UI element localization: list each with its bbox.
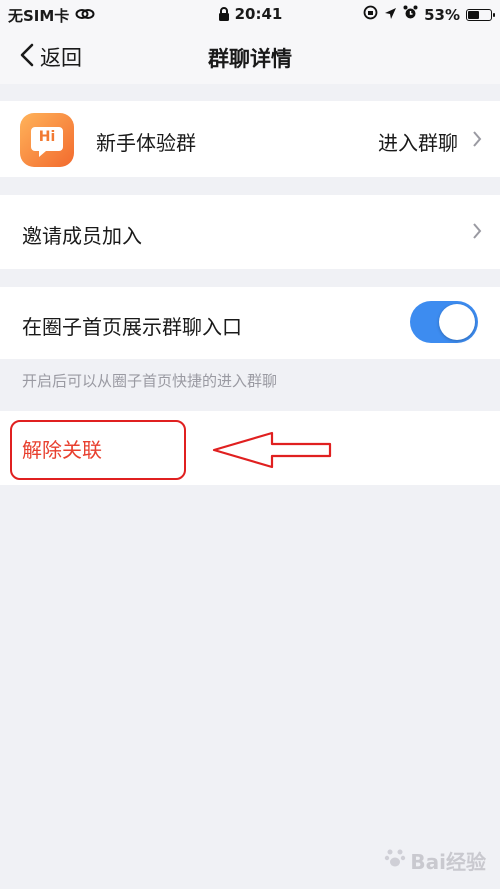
toggle-knob bbox=[439, 304, 475, 340]
watermark: Bai经验 bbox=[384, 846, 486, 875]
chevron-right-icon bbox=[472, 130, 482, 152]
status-bar: 无SIM卡 20:41 53% bbox=[0, 0, 500, 30]
chevron-right-icon bbox=[472, 222, 482, 244]
rotation-lock-icon bbox=[363, 5, 378, 24]
paw-icon bbox=[384, 847, 406, 874]
show-entry-toggle[interactable] bbox=[410, 301, 478, 343]
clock-time: 20:41 bbox=[234, 5, 283, 23]
avatar-label: Hi bbox=[38, 129, 56, 145]
show-entry-hint: 开启后可以从圈子首页快捷的进入群聊 bbox=[22, 372, 278, 390]
group-name: 新手体验群 bbox=[96, 131, 196, 155]
battery-percent: 53% bbox=[424, 5, 460, 24]
nav-bar: 返回 群聊详情 bbox=[0, 30, 500, 84]
enter-group-link[interactable]: 进入群聊 bbox=[378, 127, 458, 156]
page-title: 群聊详情 bbox=[208, 47, 292, 71]
battery-icon bbox=[466, 8, 495, 21]
lock-icon bbox=[218, 6, 230, 22]
battery-level bbox=[468, 10, 479, 19]
annotation-arrow-icon bbox=[210, 430, 334, 474]
annotation-highlight-box bbox=[10, 420, 186, 480]
watermark-text: Bai经验 bbox=[410, 850, 486, 874]
invite-members-label: 邀请成员加入 bbox=[22, 224, 142, 248]
show-entry-label: 在圈子首页展示群聊入口 bbox=[22, 315, 242, 339]
group-avatar: Hi bbox=[20, 113, 74, 167]
alarm-icon bbox=[403, 5, 418, 24]
location-icon bbox=[384, 6, 397, 24]
